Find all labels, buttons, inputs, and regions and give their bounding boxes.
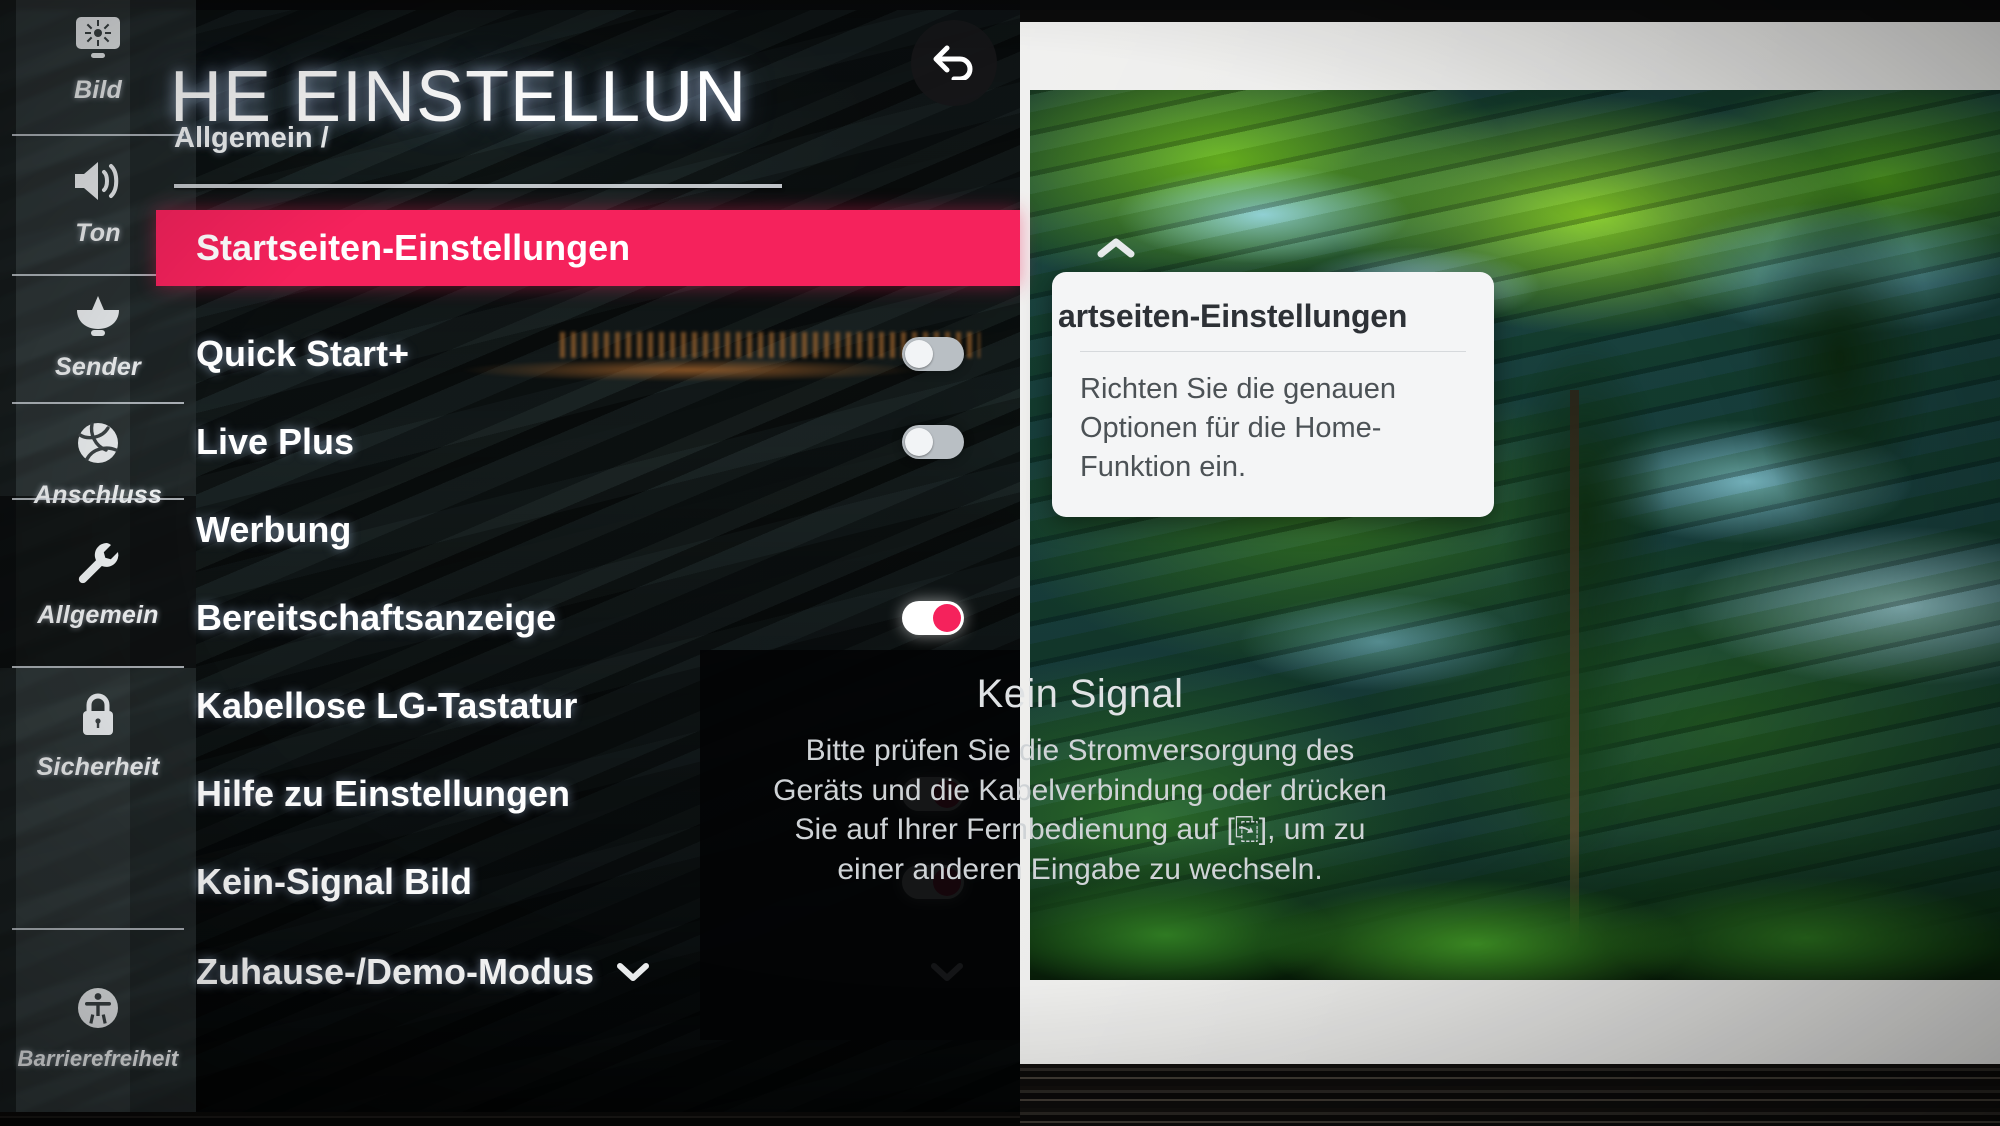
settings-row-startseiten-einstellungen[interactable]: Startseiten-Einstellungen — [156, 210, 1020, 286]
chevron-up-icon[interactable] — [1096, 236, 1136, 265]
back-button[interactable] — [911, 20, 997, 106]
settings-row-werbung[interactable]: Werbung — [156, 492, 1020, 568]
breadcrumb: Allgemein / — [174, 122, 329, 154]
sidebar-item-label: Allgemein — [37, 600, 159, 629]
row-label: Zuhause-/Demo-Modus — [196, 951, 595, 992]
live-plus-toggle[interactable] — [902, 425, 964, 459]
row-label: Hilfe zu Einstellungen — [196, 773, 571, 814]
speaker-volume-icon — [70, 153, 126, 209]
chevron-down-icon[interactable] — [616, 961, 650, 983]
row-label: Startseiten-Einstellungen — [196, 227, 631, 268]
bereitschaftsanzeige-toggle[interactable] — [902, 601, 964, 635]
bottom-bezel-right — [1020, 1064, 2000, 1126]
sidebar-item-label: Barrierefreiheit — [17, 1046, 179, 1071]
lock-icon — [70, 687, 126, 743]
tooltip-body: Richten Sie die genauen Optionen für die… — [1080, 373, 1397, 483]
sidebar-item-label: Ton — [75, 218, 121, 247]
quick-start-toggle[interactable] — [902, 337, 964, 371]
row-label: Werbung — [196, 509, 352, 550]
info-tooltip-card: artseiten-Einstellungen Richten Sie die … — [1052, 272, 1494, 517]
no-signal-line-2: Geräts und die Kabelverbindung oder drüc… — [773, 773, 1387, 807]
sidebar-item-label: Bild — [73, 75, 123, 104]
accessibility-icon — [70, 980, 126, 1036]
wrench-icon — [70, 535, 126, 591]
row-label: Bereitschaftsanzeige — [196, 597, 557, 638]
row-label: Quick Start+ — [196, 333, 410, 374]
tv-screen-photo: Bild Ton Sender Anschluss Allgemein Sich… — [0, 0, 2000, 1126]
sidebar-item-bild[interactable]: Bild — [0, 2, 196, 112]
settings-row-bereitschaftsanzeige[interactable]: Bereitschaftsanzeige — [156, 580, 1020, 656]
sidebar-item-label: Sicherheit — [36, 752, 160, 781]
satellite-dish-icon — [70, 287, 126, 343]
row-label: Kein-Signal Bild — [196, 861, 473, 902]
row-label: Kabellose LG-Tastatur — [196, 685, 578, 726]
no-signal-line-3: Sie auf Ihrer Fernbedienung auf [⎘], um … — [794, 813, 1366, 847]
no-signal-overlay: Kein Signal Bitte prüfen Sie die Stromve… — [700, 672, 1460, 889]
sidebar-item-label: Sender — [55, 352, 141, 381]
back-arrow-icon — [931, 42, 977, 85]
no-signal-line-1: Bitte prüfen Sie die Stromversorgung des — [805, 734, 1355, 767]
settings-row-quick-start-plus[interactable]: Quick Start+ — [156, 316, 1020, 392]
bottom-bezel-left — [0, 1112, 1020, 1126]
settings-row-live-plus[interactable]: Live Plus — [156, 404, 1020, 480]
no-signal-line-4: einer anderen Eingabe zu wechseln. — [837, 852, 1323, 886]
network-globe-icon — [70, 415, 126, 471]
picture-brightness-icon — [70, 10, 126, 66]
sidebar-item-label: Anschluss — [33, 480, 163, 509]
tooltip-divider — [1080, 351, 1466, 352]
row-label: Live Plus — [196, 421, 355, 462]
no-signal-title: Kein Signal — [976, 672, 1184, 716]
sidebar-divider — [12, 134, 184, 136]
tooltip-title: artseiten-Einstellungen — [1058, 298, 1408, 334]
header-divider — [174, 184, 782, 188]
